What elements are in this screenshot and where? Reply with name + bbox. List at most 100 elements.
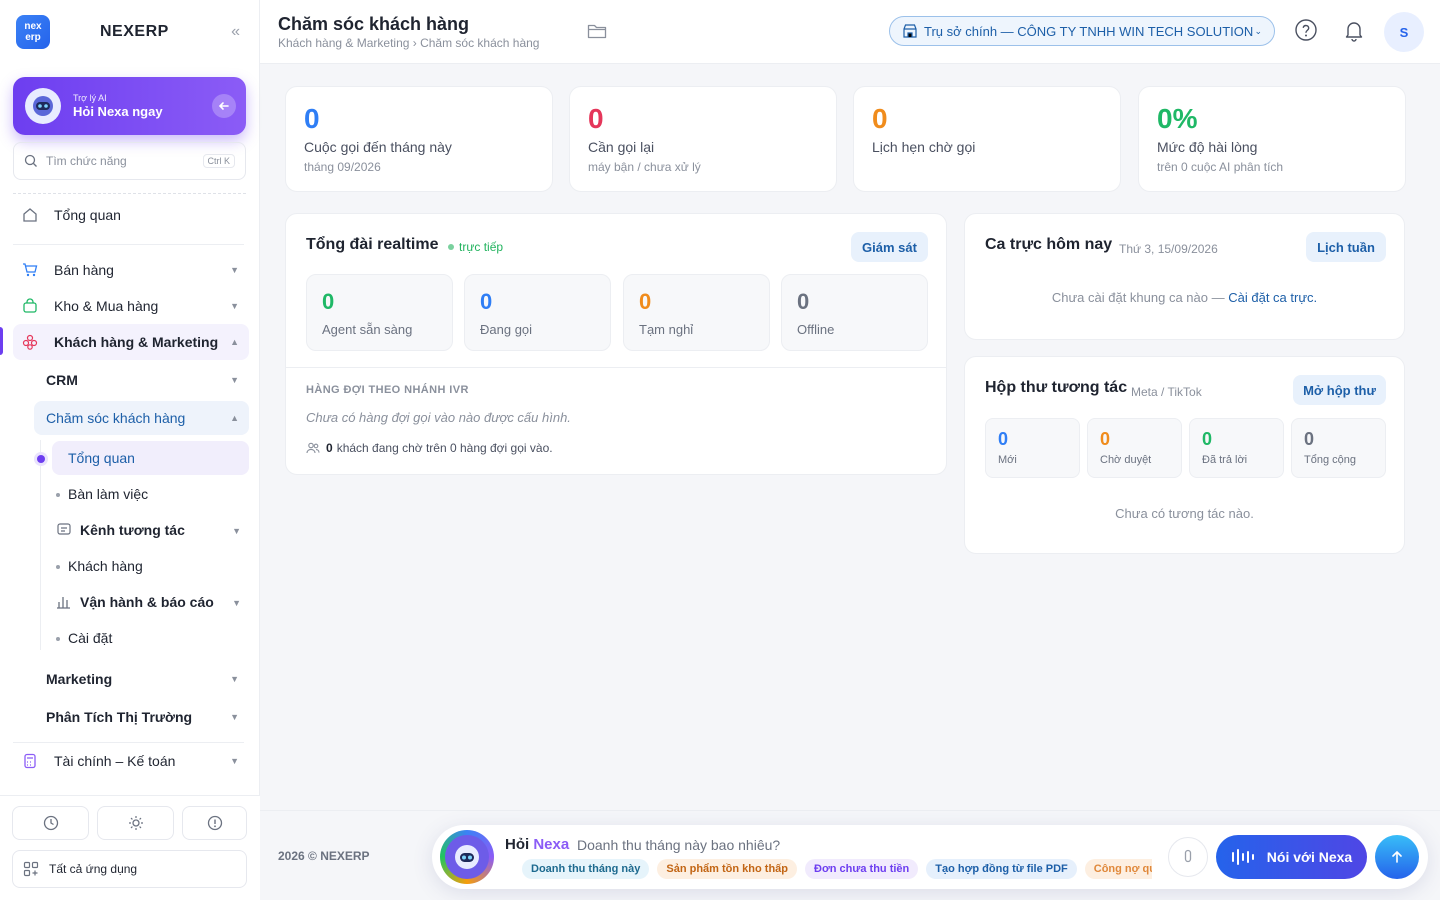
top-header: Chăm sóc khách hàng Khách hàng & Marketi… (260, 0, 1440, 64)
all-apps-button[interactable]: Tất cả ứng dụng (12, 850, 247, 888)
clock-icon (43, 815, 58, 831)
alert-icon (207, 815, 222, 831)
alert-button[interactable] (182, 806, 247, 840)
app-logo[interactable]: nex erp (16, 15, 50, 49)
chevron-down-icon: ▼ (230, 712, 239, 722)
theme-button[interactable] (97, 806, 174, 840)
robot-icon (445, 835, 489, 879)
panel-title: Tổng đài realtime (306, 236, 439, 253)
chevron-down-icon: ▼ (230, 674, 239, 684)
logo-row: nex erp NEXERP « (16, 14, 246, 50)
suggestion-chip[interactable]: Công nợ quá hạn (1084, 859, 1152, 879)
suggestion-chip[interactable]: Sản phẩm tồn kho thấp (657, 859, 798, 879)
history-button[interactable] (12, 806, 89, 840)
inbox-tile: 0 Đã trả lời (1189, 418, 1284, 478)
agent-tile: 0 Tạm nghỉ (623, 274, 770, 351)
nexa-avatar (440, 830, 494, 884)
nav-overview[interactable]: Tổng quan (13, 197, 249, 233)
tile-value: 0 (998, 429, 1009, 449)
tile-label: Đã trả lời (1202, 454, 1248, 466)
sun-icon (128, 816, 143, 830)
live-badge: trực tiếp (448, 240, 503, 254)
brand-name: NEXERP (100, 23, 169, 40)
shift-today-panel: Ca trực hôm nay Thứ 3, 15/09/2026 Lịch t… (964, 213, 1405, 340)
waiting-count: 0 (326, 441, 333, 455)
nav-sales[interactable]: Bán hàng ▼ (13, 252, 249, 288)
setup-shift-link[interactable]: Cài đặt ca trực. (1228, 290, 1317, 305)
nav-care-overview[interactable]: Tổng quan (52, 441, 249, 475)
all-apps-label: Tất cả ứng dụng (49, 862, 138, 876)
ask-prefix: Hỏi (505, 836, 530, 853)
ask-nexa-bar: Hỏi Nexa Doanh thu tháng này bao nhiêu? … (432, 825, 1428, 889)
nav-channels[interactable]: Kênh tương tác ▼ (52, 513, 249, 547)
suggestion-chip[interactable]: Đơn chưa thu tiền (805, 859, 919, 879)
cart-icon (20, 262, 40, 278)
nav-channels-label: Kênh tương tác (80, 522, 185, 538)
talk-to-nexa-button[interactable]: Nói với Nexa (1216, 835, 1367, 879)
nav-market-analysis-label: Phân Tích Thị Trường (46, 709, 193, 725)
agent-tile: 0 Đang gọi (464, 274, 611, 351)
nav-settings[interactable]: Cài đặt (52, 621, 249, 655)
branch-selector[interactable]: Trụ sở chính — CÔNG TY TNHH WIN TECH SOL… (889, 16, 1275, 46)
nav-ops-reports[interactable]: Vận hành & báo cáo ▼ (52, 585, 249, 619)
branch-label: Trụ sở chính — CÔNG TY TNHH WIN TECH SOL… (924, 23, 1254, 39)
chevron-down-icon: ▼ (232, 526, 241, 536)
stat-value: 0% (1157, 103, 1198, 134)
user-avatar[interactable]: S (1384, 12, 1424, 52)
panel-title: Ca trực hôm nay (985, 236, 1113, 253)
attach-button[interactable] (1168, 837, 1208, 877)
store-icon (903, 24, 917, 38)
nav-market-analysis[interactable]: Phân Tích Thị Trường ▼ (34, 700, 249, 734)
monitor-button[interactable]: Giám sát (851, 232, 928, 262)
stat-sub: tháng 09/2026 (304, 160, 381, 174)
tile-label: Agent sẵn sàng (322, 322, 413, 337)
ask-input[interactable]: Doanh thu tháng này bao nhiêu? (577, 837, 780, 853)
bar-chart-icon (56, 594, 72, 610)
nav-inventory[interactable]: Kho & Mua hàng ▼ (13, 288, 249, 324)
nav-ops-reports-label: Vận hành & báo cáo (80, 594, 214, 610)
stat-value: 0 (304, 103, 320, 134)
collapse-sidebar-icon[interactable]: « (231, 23, 240, 41)
inbox-tile: 0 Tổng cộng (1291, 418, 1386, 478)
suggestion-chip[interactable]: Tạo hợp đồng từ file PDF (926, 859, 1077, 879)
open-inbox-button[interactable]: Mở hộp thư (1293, 375, 1386, 405)
paperclip-icon (1184, 849, 1192, 863)
folder-icon[interactable] (587, 22, 607, 40)
nav-workspace-label: Bàn làm việc (68, 486, 149, 502)
stat-card: 0 Lịch hẹn chờ gọi (853, 86, 1121, 192)
tree-line (40, 440, 41, 650)
voice-wave-icon (1231, 849, 1254, 865)
chevron-down-icon: ⌄ (1254, 26, 1262, 36)
nav-customer-care[interactable]: Chăm sóc khách hàng ▲ (34, 401, 249, 435)
suggestion-chips: Doanh thu tháng này Sản phẩm tồn kho thấ… (522, 859, 1152, 879)
suggestion-chip[interactable]: Doanh thu tháng này (522, 859, 650, 879)
nav-finance[interactable]: Tài chính – Kế toán ▼ (13, 743, 249, 779)
realtime-switchboard-panel: Tổng đài realtime trực tiếp Giám sát 0 A… (285, 213, 947, 475)
send-button[interactable] (1375, 835, 1419, 879)
nav-marketing[interactable]: Marketing ▼ (34, 662, 249, 696)
function-search-input[interactable]: Tìm chức năng Ctrl K (13, 142, 246, 180)
tile-value: 0 (1202, 429, 1213, 449)
ask-nexa-card[interactable]: Trợ lý AI Hỏi Nexa ngay (13, 77, 246, 135)
help-icon[interactable] (1294, 18, 1318, 42)
nav-inventory-label: Kho & Mua hàng (54, 298, 159, 314)
shift-empty-text: Chưa cài đặt khung ca nào — Cài đặt ca t… (965, 290, 1404, 305)
arrow-left-icon[interactable] (212, 94, 236, 118)
nav-crm-marketing-label: Khách hàng & Marketing (54, 334, 219, 350)
nav-crm[interactable]: CRM ▼ (34, 363, 249, 397)
nav-workspace[interactable]: Bàn làm việc (52, 477, 249, 511)
tile-label: Mới (998, 454, 1017, 466)
chevron-up-icon: ▲ (230, 413, 239, 423)
weekly-schedule-button[interactable]: Lịch tuần (1306, 232, 1386, 262)
stat-label: Cuộc gọi đến tháng này (304, 139, 452, 155)
inbox-tile: 0 Chờ duyệt (1087, 418, 1182, 478)
chevron-up-icon: ▲ (230, 337, 239, 347)
chevron-down-icon: ▼ (230, 301, 239, 311)
apps-grid-icon (23, 861, 39, 877)
nav-customers[interactable]: Khách hàng (52, 549, 249, 583)
breadcrumb: Khách hàng & Marketing › Chăm sóc khách … (278, 36, 540, 50)
home-icon (20, 207, 40, 223)
bell-icon[interactable] (1342, 18, 1366, 42)
sidebar-footer: Tất cả ứng dụng (0, 795, 260, 900)
nav-crm-marketing[interactable]: Khách hàng & Marketing ▲ (13, 324, 249, 360)
